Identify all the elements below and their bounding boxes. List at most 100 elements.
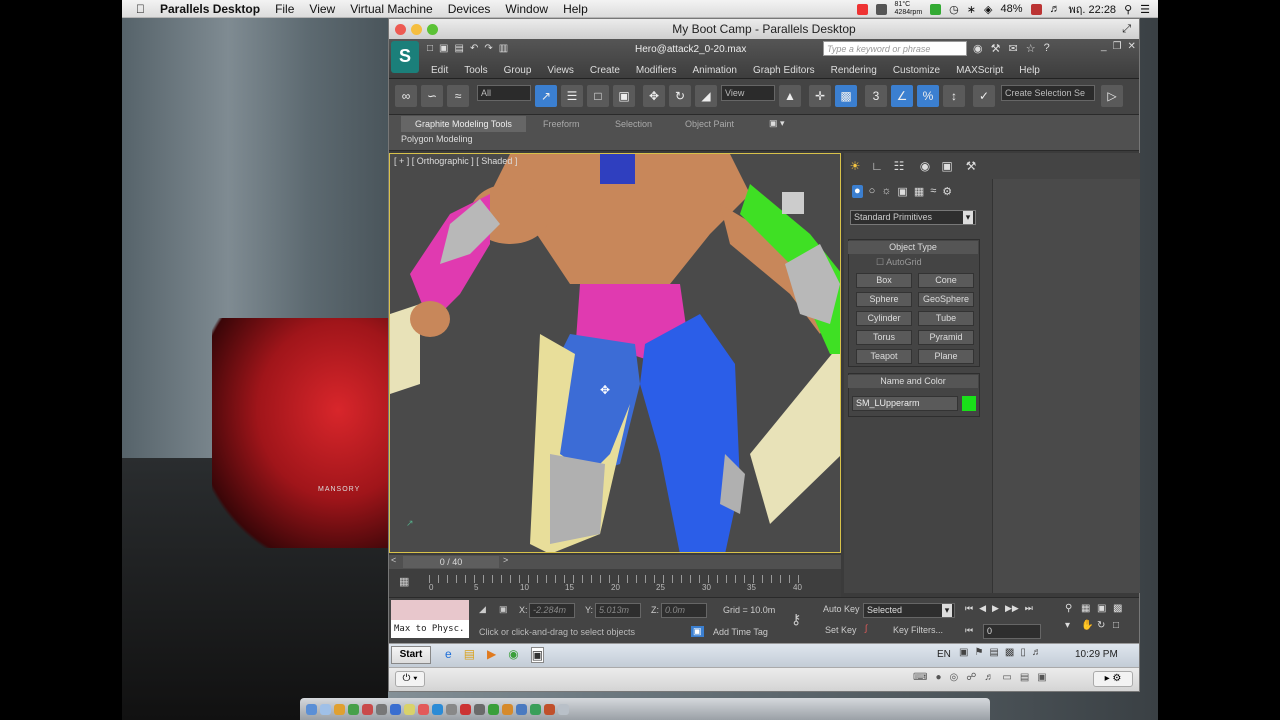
volume-icon[interactable]: ♬ bbox=[1050, 3, 1061, 15]
terminal-icon[interactable] bbox=[474, 703, 485, 715]
absolute-mode-icon[interactable]: ▣ bbox=[499, 604, 508, 615]
orbit-icon[interactable]: ↻ bbox=[1097, 620, 1113, 631]
torus-button[interactable]: Torus bbox=[856, 330, 912, 345]
redo-icon[interactable]: ↷ bbox=[484, 43, 492, 54]
link-icon[interactable]: ∞ bbox=[395, 85, 417, 107]
zoom-button[interactable] bbox=[427, 24, 438, 35]
menu-view[interactable]: View bbox=[309, 2, 335, 16]
tab-selection[interactable]: Selection bbox=[601, 116, 666, 132]
set-key-curve-icon[interactable]: ∫ bbox=[865, 623, 867, 633]
cylinder-button[interactable]: Cylinder bbox=[856, 311, 912, 326]
field-of-view-icon[interactable]: ▾ bbox=[1065, 620, 1081, 631]
menu-help-max[interactable]: Help bbox=[1011, 63, 1048, 79]
menu-group[interactable]: Group bbox=[496, 63, 540, 79]
sound-icon[interactable]: ♬ bbox=[984, 672, 994, 683]
messages-icon[interactable] bbox=[348, 703, 359, 715]
go-to-start-icon[interactable]: ⏮ bbox=[965, 603, 973, 614]
key-mode-toggle-icon[interactable]: ⏮ bbox=[965, 625, 973, 636]
keyboard-shortcut-icon[interactable]: ▩ bbox=[835, 85, 857, 107]
tray-network-icon[interactable]: ▤ bbox=[989, 647, 998, 658]
clock-icon[interactable]: ◷ bbox=[949, 3, 959, 16]
maxscript-listener[interactable]: Max to Physc. bbox=[391, 620, 469, 638]
binoculars-icon[interactable]: ◉ bbox=[973, 42, 983, 55]
snaps-toggle-icon[interactable]: 3 bbox=[865, 85, 887, 107]
tab-object-paint[interactable]: Object Paint bbox=[671, 116, 748, 132]
menu-edit[interactable]: Edit bbox=[423, 63, 456, 79]
menu-modifiers[interactable]: Modifiers bbox=[628, 63, 685, 79]
mirror-icon[interactable]: ▷ bbox=[1101, 85, 1123, 107]
ribbon-options-icon[interactable]: ▣ ▾ bbox=[769, 118, 785, 129]
ribbon-panel-polygon-modeling[interactable]: Polygon Modeling bbox=[401, 134, 473, 144]
menu-rendering[interactable]: Rendering bbox=[823, 63, 885, 79]
select-by-name-icon[interactable]: ☰ bbox=[561, 85, 583, 107]
key-mode-dropdown[interactable]: Selected ▾ bbox=[863, 603, 955, 618]
parallels-dock-icon[interactable] bbox=[460, 703, 471, 715]
tray-printer-icon[interactable]: ▣ bbox=[959, 647, 968, 658]
bind-spacewarp-icon[interactable]: ≈ bbox=[447, 85, 469, 107]
maxscript-listener-top[interactable] bbox=[391, 600, 469, 620]
powerpoint-icon[interactable] bbox=[544, 703, 555, 715]
move-icon[interactable]: ✥ bbox=[643, 85, 665, 107]
menu-maxscript[interactable]: MAXScript bbox=[948, 63, 1011, 79]
viewport[interactable]: ✥ ↗ [ + ] [ Orthographic ] [ Shaded ] bbox=[389, 153, 841, 553]
geosphere-button[interactable]: GeoSphere bbox=[918, 292, 974, 307]
zoom-icon[interactable]: ⚲ bbox=[1065, 603, 1081, 614]
set-key-button[interactable]: Set Key bbox=[825, 625, 857, 635]
minimize-button[interactable] bbox=[411, 24, 422, 35]
shared-folder-icon[interactable]: ▣ bbox=[1037, 672, 1046, 683]
autogrid-checkbox[interactable]: ☐ AutoGrid bbox=[876, 257, 922, 268]
language-indicator[interactable]: EN bbox=[937, 649, 951, 660]
3dsmax-taskbar-icon[interactable]: ▣ bbox=[530, 647, 545, 663]
menu-animation[interactable]: Animation bbox=[684, 63, 744, 79]
lock-selection-icon[interactable]: ◢ bbox=[479, 604, 486, 615]
time-next-icon[interactable]: > bbox=[503, 555, 508, 565]
mini-curve-editor-icon[interactable]: ▦ bbox=[399, 575, 409, 588]
safari-icon[interactable] bbox=[334, 703, 345, 715]
sync-icon[interactable] bbox=[930, 3, 942, 15]
fullscreen-icon[interactable]: ⤢ bbox=[1122, 19, 1131, 39]
tab-graphite-modeling-tools[interactable]: Graphite Modeling Tools bbox=[401, 116, 526, 132]
usb-icon[interactable]: ☍ bbox=[966, 672, 976, 683]
spinner-snap-icon[interactable]: ↕ bbox=[943, 85, 965, 107]
edit-named-selection-icon[interactable]: ✓ bbox=[973, 85, 995, 107]
start-button[interactable]: Start bbox=[391, 646, 431, 664]
reference-coord-dropdown[interactable]: View bbox=[721, 85, 775, 101]
calendar-icon[interactable] bbox=[362, 703, 373, 715]
max-minimize-button[interactable]: _ bbox=[1101, 41, 1107, 52]
go-to-end-icon[interactable]: ⏭ bbox=[1025, 603, 1033, 614]
modify-tab-icon[interactable]: ∟ bbox=[868, 157, 886, 175]
lights-icon[interactable]: ☼ bbox=[881, 185, 891, 198]
parallels-settings-button[interactable]: ▸ ⚙ bbox=[1093, 671, 1133, 687]
zoom-extents-icon[interactable]: ▣ bbox=[1097, 603, 1113, 614]
trash-icon[interactable] bbox=[558, 703, 569, 715]
unlink-icon[interactable]: ∽ bbox=[421, 85, 443, 107]
flag-icon[interactable] bbox=[1030, 3, 1042, 15]
menu-tools[interactable]: Tools bbox=[456, 63, 495, 79]
tools-icon[interactable]: ⚒ bbox=[991, 42, 1001, 55]
shapes-icon[interactable]: ○ bbox=[869, 185, 876, 198]
help-icon[interactable]: ? bbox=[1044, 42, 1050, 55]
menu-help[interactable]: Help bbox=[563, 2, 588, 16]
project-folder-icon[interactable]: ▥ bbox=[499, 43, 508, 54]
helpers-icon[interactable]: ▦ bbox=[914, 185, 924, 198]
percent-snap-icon[interactable]: % bbox=[917, 85, 939, 107]
word-icon[interactable] bbox=[516, 703, 527, 715]
menu-file[interactable]: File bbox=[275, 2, 294, 16]
menu-graph-editors[interactable]: Graph Editors bbox=[745, 63, 823, 79]
selection-filter-dropdown[interactable]: All bbox=[477, 85, 531, 101]
y-coordinate-field[interactable]: 5.013m bbox=[595, 603, 641, 618]
time-tag-icon[interactable]: ▣ bbox=[691, 626, 704, 637]
menu-app-name[interactable]: Parallels Desktop bbox=[160, 2, 260, 16]
x-coordinate-field[interactable]: -2.284m bbox=[529, 603, 575, 618]
search-input[interactable]: Type a keyword or phrase bbox=[823, 41, 967, 56]
time-prev-icon[interactable]: < bbox=[391, 555, 396, 565]
menu-virtual-machine[interactable]: Virtual Machine bbox=[350, 2, 433, 16]
object-color-swatch[interactable] bbox=[962, 396, 976, 411]
tray-flag-icon[interactable]: ⚑ bbox=[974, 647, 983, 658]
max-close-button[interactable]: ✕ bbox=[1128, 41, 1136, 52]
teapot-button[interactable]: Teapot bbox=[856, 349, 912, 364]
viewport-label[interactable]: [ + ] [ Orthographic ] [ Shaded ] bbox=[394, 156, 517, 166]
hdd-icon[interactable]: ▭ bbox=[1002, 672, 1011, 683]
pan-icon[interactable]: ✋ bbox=[1081, 620, 1097, 631]
notification-icon[interactable]: ☰ bbox=[1140, 3, 1150, 16]
